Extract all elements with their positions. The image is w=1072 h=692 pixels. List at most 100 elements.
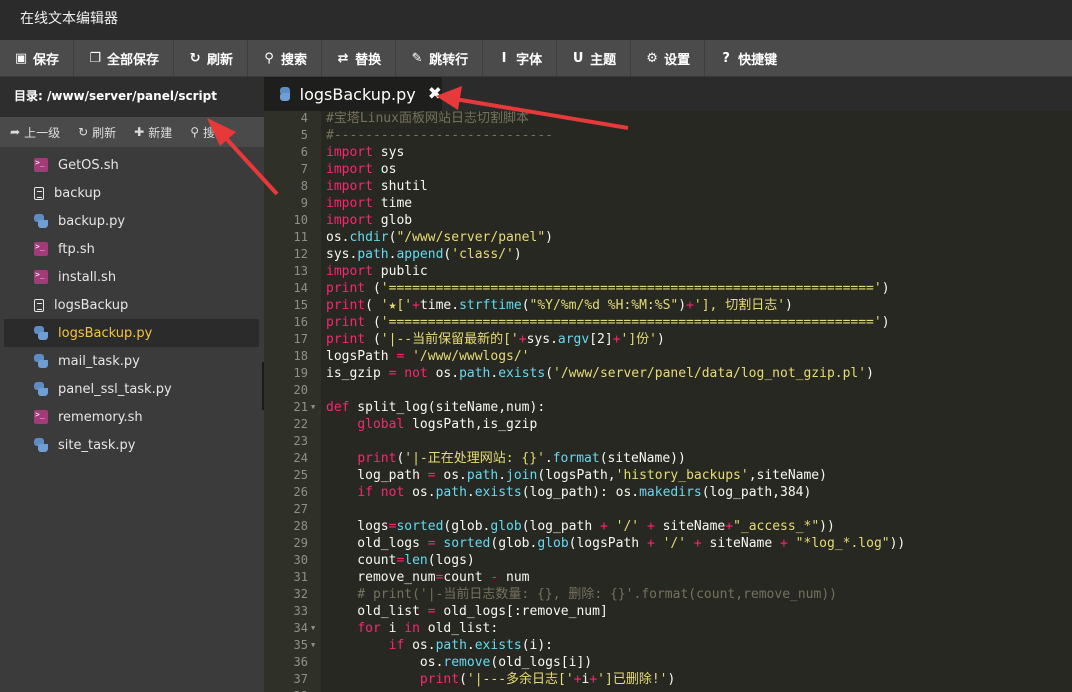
code-text: sys.path.append('class/') <box>326 247 522 262</box>
code-line[interactable]: 32 # print('|-当前日志数量: {}, 删除: {}'.format… <box>264 586 1072 603</box>
code-text: import os <box>326 162 397 177</box>
new-file-button[interactable]: ✚ 新建 <box>134 124 172 141</box>
code-line[interactable]: 4 #宝塔Linux面板网站日志切割脚本 <box>264 111 1072 127</box>
python-file-icon <box>280 87 290 101</box>
code-line[interactable]: 28 logs=sorted(glob.glob(log_path + '/' … <box>264 518 1072 535</box>
shortcuts-button[interactable]: ? 快捷键 <box>705 40 791 76</box>
code-editor[interactable]: 4 #宝塔Linux面板网站日志切割脚本 5 #-------------------… <box>264 111 1072 692</box>
code-line[interactable]: 15 print( '★['+time.strftime("%Y/%m/%d %H… <box>264 297 1072 314</box>
line-number: 23 <box>293 434 308 448</box>
file-item[interactable]: mail_task.py <box>0 347 264 375</box>
document-icon <box>34 298 44 312</box>
fold-toggle-icon[interactable]: ▼ <box>311 637 315 654</box>
code-line[interactable]: 31 remove_num=count - num <box>264 569 1072 586</box>
code-line[interactable]: 11 os.chdir("/www/server/panel") <box>264 229 1072 246</box>
plus-icon: ✚ <box>134 125 145 139</box>
file-item[interactable]: GetOS.sh <box>0 151 264 179</box>
code-line[interactable]: 13 import public <box>264 263 1072 280</box>
python-file-icon <box>34 382 48 396</box>
goto-line-button[interactable]: ✎ 跳转行 <box>396 40 484 76</box>
line-number: 33 <box>293 604 308 618</box>
code-line[interactable]: 26 if not os.path.exists(log_path): os.m… <box>264 484 1072 501</box>
shell-file-icon <box>34 242 48 256</box>
code-text: logsPath = '/www/wwwlogs/' <box>326 349 530 364</box>
fold-toggle-icon[interactable]: ▼ <box>311 620 315 637</box>
code-text: import time <box>326 196 413 211</box>
file-item[interactable]: ftp.sh <box>0 235 264 263</box>
line-number: 19 <box>293 366 308 380</box>
file-item[interactable]: site_task.py <box>0 431 264 459</box>
code-line[interactable]: 24 print('|-正在处理网站: {}'.format(siteName)… <box>264 450 1072 467</box>
parent-dir-button[interactable]: ➦ 上一级 <box>10 124 60 141</box>
code-line[interactable]: 23 <box>264 433 1072 450</box>
file-name: logsBackup <box>54 297 129 313</box>
code-text: os.remove(old_logs[i]) <box>326 655 593 670</box>
file-item[interactable]: logsBackup <box>0 291 264 319</box>
file-name: mail_task.py <box>58 353 140 369</box>
save-all-icon: ❐ <box>89 50 101 66</box>
file-item[interactable]: backup <box>0 179 264 207</box>
code-text: import shutil <box>326 179 428 194</box>
code-line[interactable]: 20 <box>264 382 1072 399</box>
tab-logsbackup-py[interactable]: logsBackup.py ✖ <box>264 77 442 111</box>
code-line[interactable]: 19 is_gzip = not os.path.exists('/www/ser… <box>264 365 1072 382</box>
save-all-button[interactable]: ❐ 全部保存 <box>74 40 175 76</box>
file-sidebar: 目录: /www/server/panel/script ➦ 上一级 ↻ 刷新 ✚ 新… <box>0 77 264 692</box>
code-line[interactable]: 7 import os <box>264 161 1072 178</box>
code-line[interactable]: 14 print ('==============================… <box>264 280 1072 297</box>
file-item[interactable]: rememory.sh <box>0 403 264 431</box>
code-line[interactable]: 9 import time <box>264 195 1072 212</box>
refresh-button[interactable]: ↻ 刷新 <box>174 40 249 76</box>
editor-toolbar: ▣ 保存 ❐ 全部保存 ↻ 刷新 ⚲ 搜索 ⇄ 替换 ✎ 跳转行 Ⅰ 字体 U 主题 ⚙ 设置 ?… <box>0 40 1072 77</box>
settings-button[interactable]: ⚙ 设置 <box>631 40 706 76</box>
code-line[interactable]: 6 import sys <box>264 144 1072 161</box>
code-line[interactable]: 29 old_logs = sorted(glob.glob(logsPath … <box>264 535 1072 552</box>
code-text: def split_log(siteName,num): <box>326 400 546 415</box>
code-line[interactable]: 27 <box>264 501 1072 518</box>
code-line[interactable]: 16 print ('==============================… <box>264 314 1072 331</box>
file-name: backup.py <box>58 213 126 229</box>
share-icon: ➦ <box>10 125 21 139</box>
code-line[interactable]: 25 log_path = os.path.join(logsPath,'his… <box>264 467 1072 484</box>
theme-button[interactable]: U 主题 <box>557 40 632 76</box>
code-line[interactable]: 21 ▼ def split_log(siteName,num): <box>264 399 1072 416</box>
code-line[interactable]: 36 os.remove(old_logs[i]) <box>264 654 1072 671</box>
window-titlebar: 在线文本编辑器 <box>0 0 1072 40</box>
save-icon: ▣ <box>14 50 28 66</box>
code-line[interactable]: 35 ▼ if os.path.exists(i): <box>264 637 1072 654</box>
file-item[interactable]: install.sh <box>0 263 264 291</box>
font-button[interactable]: Ⅰ 字体 <box>483 40 558 76</box>
file-item[interactable]: panel_ssl_task.py <box>0 375 264 403</box>
line-number: 36 <box>293 655 308 669</box>
file-item[interactable]: backup.py <box>0 207 264 235</box>
tab-bar: logsBackup.py ✖ <box>264 77 1072 111</box>
code-line[interactable]: 12 sys.path.append('class/') <box>264 246 1072 263</box>
sidebar-search-button[interactable]: ⚲ 搜索 <box>190 124 227 141</box>
line-number: 37 <box>293 672 308 686</box>
code-line[interactable]: 34 ▼ for i in old_list: <box>264 620 1072 637</box>
code-line[interactable]: 17 print ('|--当前保留最新的['+sys.argv[2]+']份') <box>264 331 1072 348</box>
code-line[interactable]: 8 import shutil <box>264 178 1072 195</box>
save-button[interactable]: ▣ 保存 <box>0 40 75 76</box>
code-line[interactable]: 18 logsPath = '/www/wwwlogs/' <box>264 348 1072 365</box>
code-text: import glob <box>326 213 413 228</box>
code-line[interactable]: 38 <box>264 688 1072 692</box>
code-line[interactable]: 33 old_list = old_logs[:remove_num] <box>264 603 1072 620</box>
file-item[interactable]: logsBackup.py <box>4 319 259 347</box>
line-number: 13 <box>293 264 308 278</box>
code-line[interactable]: 30 count=len(logs) <box>264 552 1072 569</box>
code-line[interactable]: 37 print('|---多余日志['+i+']已删除!') <box>264 671 1072 688</box>
close-icon[interactable]: ✖ <box>428 84 442 104</box>
line-number: 10 <box>293 213 308 227</box>
code-text: if not os.path.exists(log_path): os.make… <box>357 485 812 500</box>
code-line[interactable]: 10 import glob <box>264 212 1072 229</box>
sidebar-refresh-button[interactable]: ↻ 刷新 <box>78 124 116 141</box>
code-line[interactable]: 5 #---------------------------- <box>264 127 1072 144</box>
code-text: os.chdir("/www/server/panel") <box>326 230 553 245</box>
search-button[interactable]: ⚲ 搜索 <box>248 40 323 76</box>
replace-button[interactable]: ⇄ 替换 <box>322 40 397 76</box>
line-number: 34 <box>293 621 308 635</box>
code-line[interactable]: 22 global logsPath,is_gzip <box>264 416 1072 433</box>
file-name: ftp.sh <box>58 241 95 257</box>
fold-toggle-icon[interactable]: ▼ <box>311 399 315 416</box>
